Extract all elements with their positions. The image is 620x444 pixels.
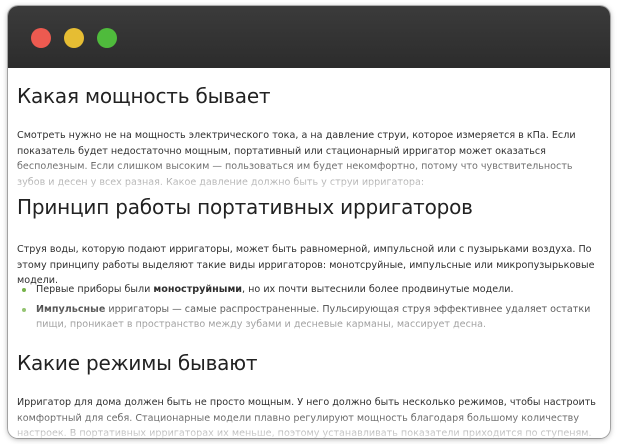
browser-window: Какая мощность бывает Смотреть нужно не … — [8, 6, 610, 438]
section-heading-modes: Какие режимы бывают — [17, 351, 258, 375]
bullet-dot-icon — [22, 288, 26, 292]
close-window-button[interactable] — [31, 28, 51, 48]
irrigator-types-list: Первые приборы были моноструйными, но их… — [17, 282, 600, 337]
article-content: Какая мощность бывает Смотреть нужно не … — [8, 68, 610, 438]
section-heading-power: Какая мощность бывает — [17, 84, 271, 108]
section-heading-principle: Принцип работы портативных ирригаторов — [17, 195, 473, 219]
bullet-dot-icon — [22, 307, 26, 312]
maximize-window-button[interactable] — [97, 28, 117, 48]
section-paragraph-power: Смотреть нужно не на мощность электричес… — [17, 130, 576, 188]
window-titlebar[interactable] — [8, 6, 610, 68]
section-paragraph-modes: Ирригатор для дома должен быть не просто… — [17, 397, 596, 438]
minimize-window-button[interactable] — [64, 28, 84, 48]
list-item: Первые приборы были моноструйными, но их… — [17, 282, 600, 298]
list-item: Импульсные ирригаторы — самые распростра… — [17, 302, 600, 333]
